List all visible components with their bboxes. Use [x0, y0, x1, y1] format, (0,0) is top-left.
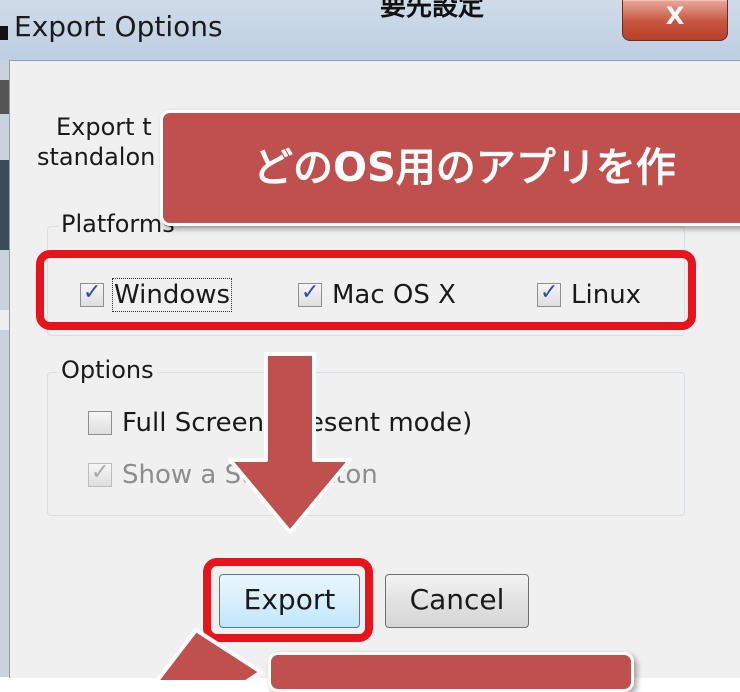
checkbox-fullscreen-box[interactable] — [88, 411, 112, 435]
annotation-arrow-bottom — [154, 628, 263, 684]
checkbox-show-stop-box — [88, 460, 112, 487]
annotation-banner-bottom — [268, 652, 634, 692]
description-text: Export t — [56, 112, 166, 142]
annotation-arrow-down — [228, 352, 352, 534]
background-app-edge — [0, 26, 8, 40]
description-line-1: Export t — [56, 113, 152, 141]
cancel-button[interactable]: Cancel — [385, 574, 529, 628]
window-frame: Export Options 要先設定 X Export t standalon… — [0, 0, 740, 692]
description-line-2: standalon — [37, 143, 156, 171]
annotation-banner-platform: どのOS用のアプリを作 — [160, 110, 740, 226]
description-text-2: standalon — [37, 142, 162, 172]
options-group-label: Options — [58, 356, 157, 384]
window-title: Export Options — [14, 10, 223, 43]
close-button[interactable]: X — [622, 0, 728, 41]
options-group — [47, 372, 685, 516]
background-heading-fragment: 要先設定 — [380, 0, 485, 22]
title-bar[interactable]: Export Options 要先設定 X — [0, 0, 740, 58]
close-icon: X — [665, 2, 685, 30]
annotation-highlight-platforms — [36, 250, 696, 330]
